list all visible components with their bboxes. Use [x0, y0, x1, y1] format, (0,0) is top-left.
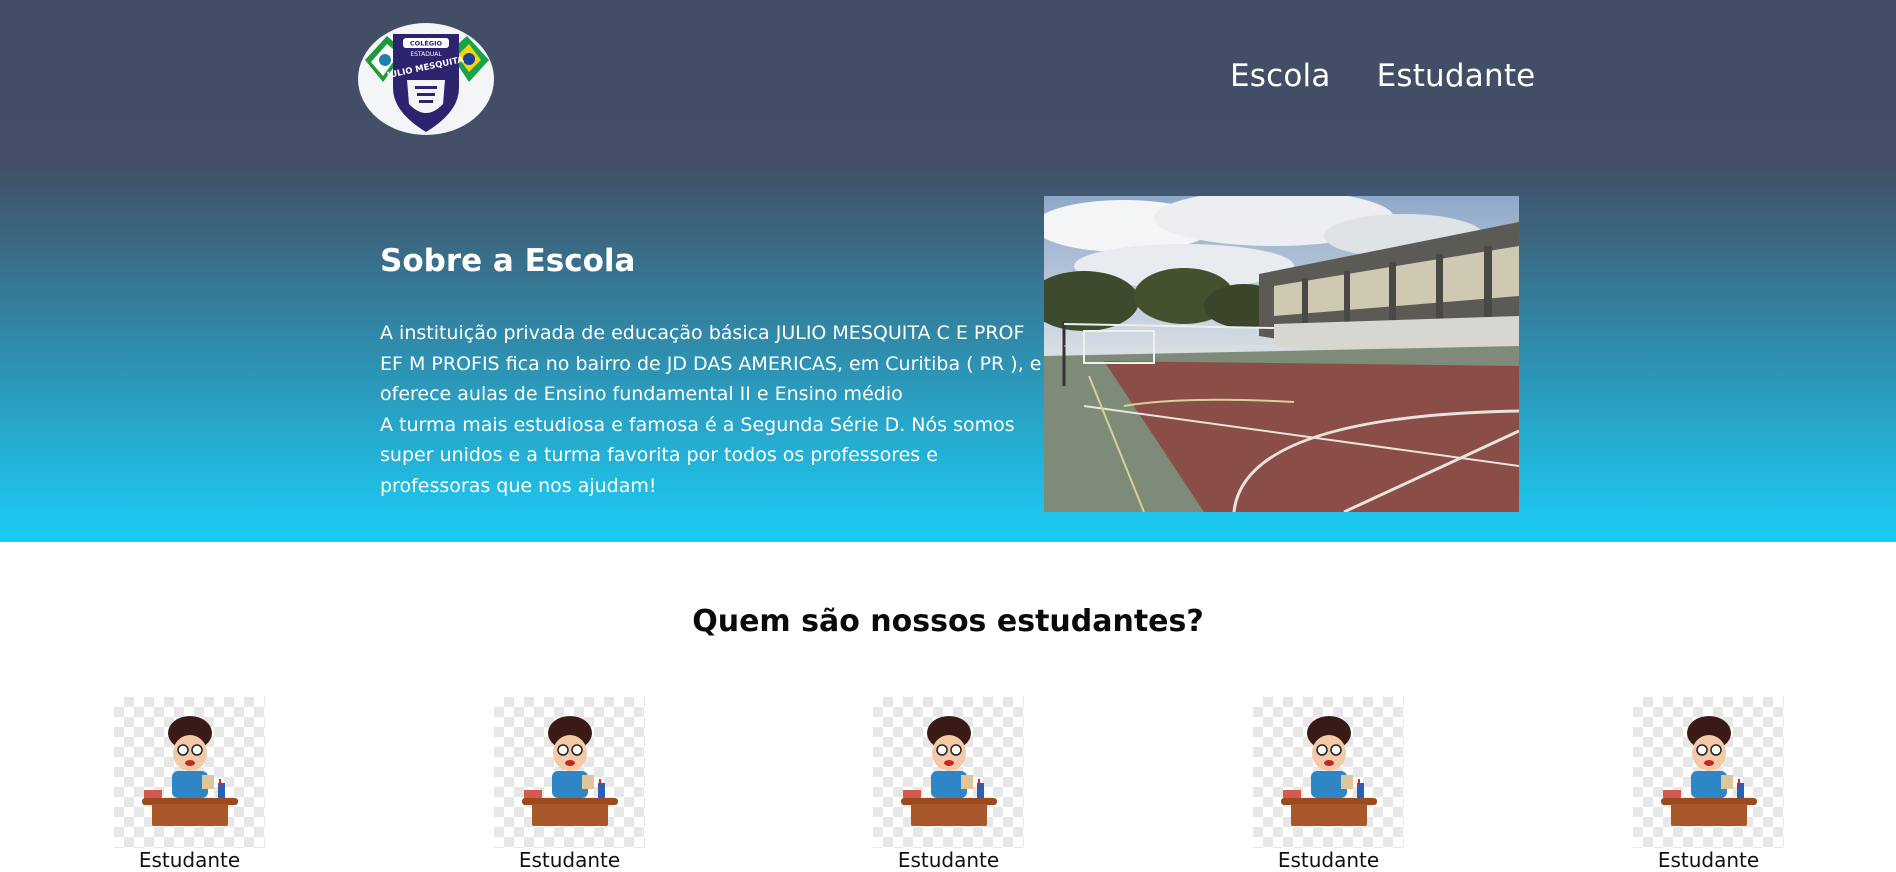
- student-illustration: [114, 697, 265, 848]
- logo-line1: COLÉGIO: [410, 39, 443, 48]
- student-name: Estudante: [1657, 848, 1760, 872]
- nav-escola[interactable]: Escola: [1230, 58, 1331, 94]
- students-grid: Estudante Estudante Estudante Estudante …: [0, 697, 1896, 871]
- student-name: Estudante: [897, 848, 1000, 872]
- student-card[interactable]: Estudante: [1253, 697, 1404, 871]
- school-logo[interactable]: COLÉGIO ESTADUAL JULIO MESQUITA: [357, 22, 495, 136]
- logo-line2: ESTADUAL: [410, 51, 442, 58]
- about-text: A instituição privada de educação básica…: [380, 318, 1050, 501]
- student-illustration: [1253, 697, 1404, 848]
- student-illustration: [1633, 697, 1784, 848]
- student-name: Estudante: [1277, 848, 1380, 872]
- about-paragraph-2: A turma mais estudiosa e famosa é a Segu…: [380, 413, 1015, 497]
- nav-estudante[interactable]: Estudante: [1377, 58, 1536, 94]
- student-card[interactable]: Estudante: [873, 697, 1024, 871]
- school-court-photo: [1044, 196, 1519, 512]
- student-card[interactable]: Estudante: [114, 697, 265, 871]
- student-card[interactable]: Estudante: [1633, 697, 1784, 871]
- student-name: Estudante: [138, 848, 241, 872]
- about-title: Sobre a Escola: [380, 243, 636, 279]
- student-name: Estudante: [518, 848, 621, 872]
- student-card[interactable]: Estudante: [494, 697, 645, 871]
- student-illustration: [494, 697, 645, 848]
- main-nav: Escola Estudante: [1230, 58, 1535, 94]
- student-illustration: [873, 697, 1024, 848]
- students-section-title: Quem são nossos estudantes?: [692, 604, 1204, 639]
- about-paragraph-1: A instituição privada de educação básica…: [380, 322, 1042, 405]
